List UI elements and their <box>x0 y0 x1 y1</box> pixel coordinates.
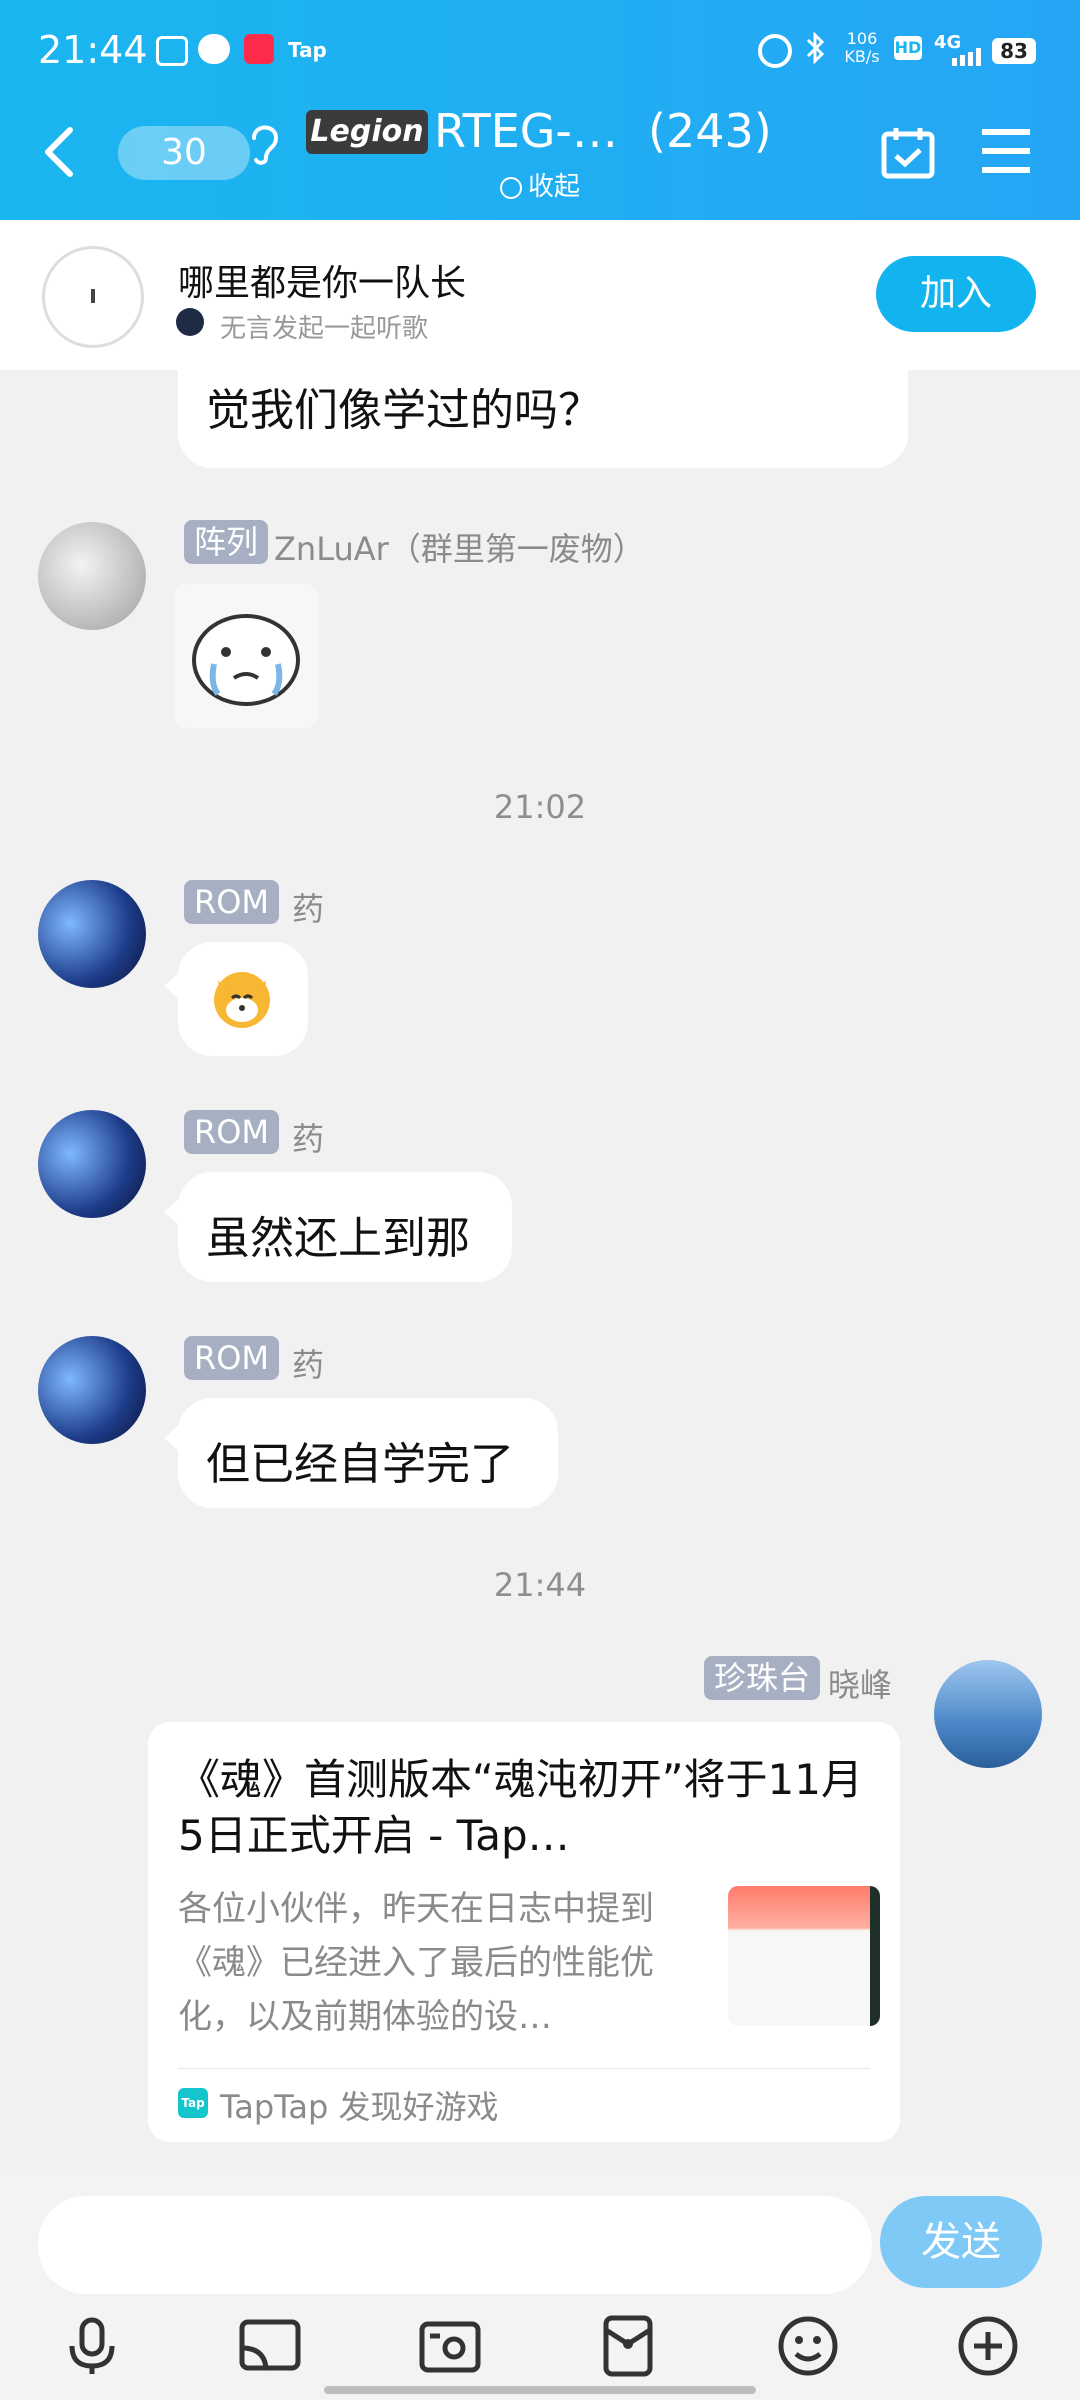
ear-icon[interactable] <box>248 118 280 166</box>
banner-title: 哪里都是你一队长 <box>178 263 467 304</box>
status-time: 21:44 <box>38 28 148 72</box>
member-tag: ROM <box>184 1336 280 1380</box>
timestamp: 21:44 <box>493 1566 587 1604</box>
taptap-text: Tap <box>288 38 327 62</box>
avatar[interactable] <box>38 1336 146 1444</box>
avatar[interactable] <box>38 522 146 630</box>
unread-badge[interactable]: 30 <box>118 126 250 180</box>
timestamp: 21:02 <box>493 788 587 826</box>
hd-icon: HD <box>894 36 922 60</box>
message-input[interactable] <box>38 2196 872 2294</box>
music-disc-icon <box>42 246 144 348</box>
banner-subtitle: 无言发起一起听歌 <box>220 314 429 344</box>
group-title[interactable]: RTEG-… (243) <box>434 104 772 158</box>
taptap-icon: Tap <box>178 2088 208 2118</box>
sticker-image[interactable] <box>174 584 318 728</box>
card-title: 《魂》首测版本“魂沌初开”将于11月5日正式开启 - Tap… <box>178 1755 863 1860</box>
battery-icon: 83 <box>992 38 1036 64</box>
join-button[interactable]: 加入 <box>876 256 1036 332</box>
send-button[interactable]: 发送 <box>880 2196 1042 2288</box>
sender-name[interactable]: 药 <box>292 884 324 930</box>
group-logo: Legion <box>306 110 428 154</box>
banner-avatar <box>176 308 204 336</box>
card-divider <box>178 2068 870 2069</box>
sender-name[interactable]: 药 <box>292 1340 324 1386</box>
member-tag: ROM <box>184 880 280 924</box>
chat-bot-icon <box>198 34 230 64</box>
camera-icon[interactable] <box>418 2314 482 2378</box>
message-bubble[interactable]: 但已经自学完了 <box>178 1398 558 1508</box>
signal-icon <box>952 48 982 66</box>
collapse-toggle[interactable]: 收起 <box>500 166 580 203</box>
red-packet-icon[interactable] <box>596 2314 660 2378</box>
emoji-icon[interactable] <box>776 2314 840 2378</box>
home-indicator <box>324 2386 756 2394</box>
plus-icon[interactable] <box>956 2314 1020 2378</box>
calendar-check-icon[interactable] <box>880 124 936 180</box>
alarm-icon <box>758 34 792 68</box>
member-tag: 珍珠台 <box>704 1656 821 1700</box>
sender-name[interactable]: 药 <box>292 1114 324 1160</box>
menu-icon[interactable] <box>980 128 1032 174</box>
sender-name[interactable]: ZnLuAr（群里第一废物） <box>274 524 645 570</box>
chat-header: 21:44 taptap-icon Tap 106 KB/s HD 4G 83 … <box>0 0 1080 220</box>
avatar[interactable] <box>934 1660 1042 1768</box>
bilibili-icon <box>156 36 188 66</box>
microphone-icon[interactable] <box>60 2314 124 2378</box>
bluetooth-icon <box>804 30 825 66</box>
sender-name[interactable]: 晓峰 <box>828 1660 892 1706</box>
card-source: TapTap 发现好游戏 <box>220 2088 499 2126</box>
member-tag: 阵列 <box>184 520 269 564</box>
message-text: 虽然还上到那 <box>206 1213 470 1264</box>
message-bubble[interactable]: 虽然还上到那 <box>178 1172 512 1282</box>
message-bubble[interactable]: 觉我们像学过的吗？ <box>178 360 908 468</box>
link-card[interactable]: 《魂》首测版本“魂沌初开”将于11月5日正式开启 - Tap… 各位小伙伴，昨天… <box>148 1722 900 2142</box>
xiaohongshu-icon <box>244 34 274 64</box>
message-bubble[interactable] <box>178 942 308 1056</box>
message-text: 但已经自学完了 <box>206 1439 514 1490</box>
member-tag: ROM <box>184 1110 280 1154</box>
net-speed: 106 KB/s <box>844 29 880 66</box>
card-description: 各位小伙伴，昨天在日志中提到《魂》已经进入了最后的性能优化，以及前期体验的设… <box>178 1889 654 2037</box>
back-icon[interactable] <box>40 124 80 180</box>
chevron-up-circle-icon <box>500 176 522 199</box>
avatar[interactable] <box>38 880 146 988</box>
card-thumbnail <box>728 1886 880 2026</box>
screen-cast-icon[interactable] <box>238 2314 302 2378</box>
dog-emoji-icon <box>210 966 274 1030</box>
message-text: 觉我们像学过的吗？ <box>206 385 602 436</box>
avatar[interactable] <box>38 1110 146 1218</box>
